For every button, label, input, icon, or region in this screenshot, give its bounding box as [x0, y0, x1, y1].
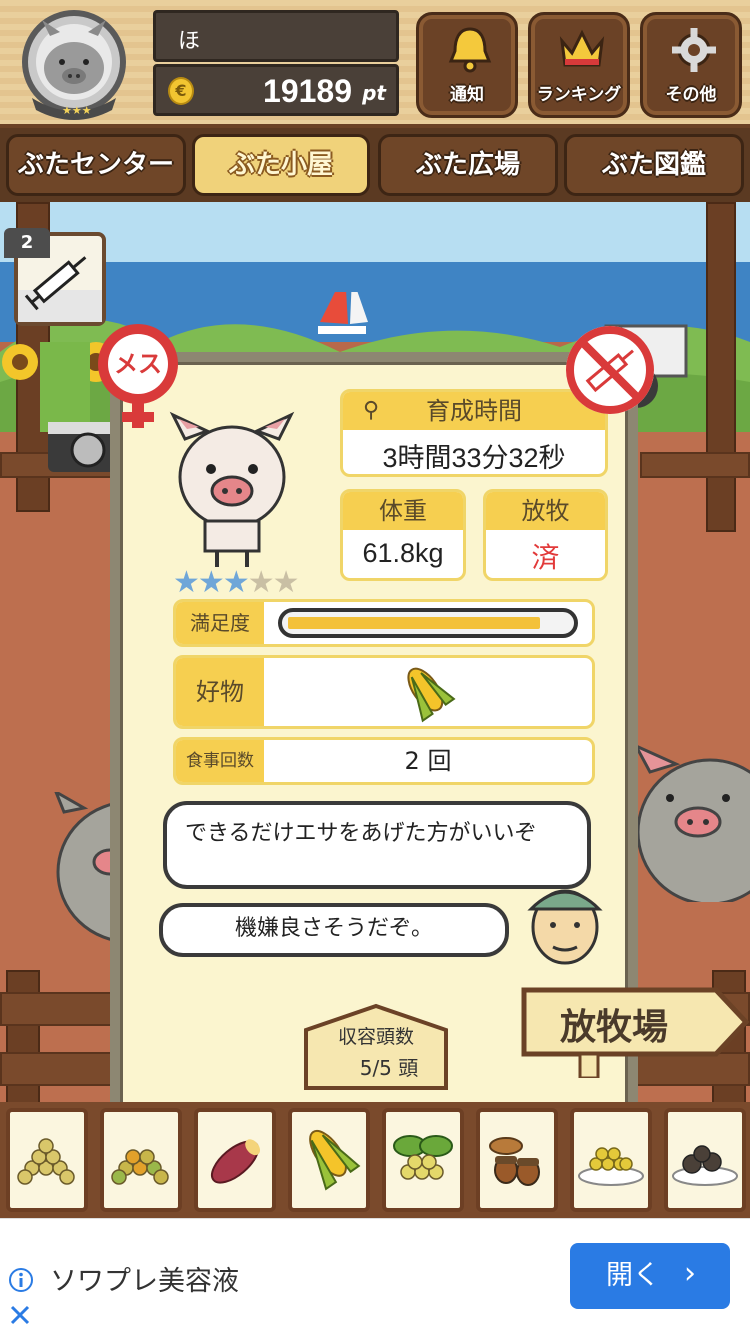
satisfaction-label: 満足度 — [176, 602, 264, 644]
star-empty-icon: ★ — [272, 565, 300, 600]
ad-text: ソワプレ美容液 — [50, 1266, 239, 1297]
star-empty-icon: ★ — [247, 565, 275, 600]
meals-value: 2 回 — [404, 747, 452, 775]
corn-icon — [309, 1129, 361, 1191]
advice-text: できるだけエサをあげた方がいいぞ — [185, 821, 537, 846]
acorn-icon — [489, 1137, 540, 1186]
corn-icon — [407, 667, 456, 723]
notification-button[interactable]: 通知 — [416, 12, 518, 118]
main-nav: ぶたセンター ぶた小屋 ぶた広場 ぶた図鑑 — [0, 128, 750, 202]
herb-beans-icon — [393, 1135, 453, 1180]
grazing-label: 放牧 — [486, 492, 605, 530]
tab-buta-hut[interactable]: ぶた小屋 — [192, 134, 370, 196]
ranking-label: ランキング — [536, 85, 622, 105]
dark-balls-dish-icon — [672, 1145, 738, 1186]
satisfaction-bar-fill — [288, 617, 540, 629]
mood-speech-bubble: 機嫌良さそうだぞ。 — [159, 903, 509, 957]
bell-icon — [448, 27, 492, 73]
food-bar — [0, 1102, 750, 1218]
favorite-label: 好物 — [176, 658, 264, 726]
weight-value: 61.8kg — [362, 538, 444, 568]
pig-rating-stars: ★★★★★ — [173, 565, 300, 600]
star-filled-icon: ★ — [222, 565, 250, 600]
background-pig — [632, 742, 750, 902]
sweet-potato-icon — [210, 1139, 261, 1184]
food-sweet-potato[interactable] — [194, 1108, 276, 1212]
player-name: ほ — [178, 29, 201, 54]
fence-post — [6, 970, 40, 1110]
grazing-box: 放牧 済 — [483, 489, 608, 581]
chevron-right-icon: › — [684, 1256, 696, 1291]
satisfaction-bar — [278, 608, 578, 638]
coin-icon: € — [168, 77, 194, 105]
grazing-value: 済 — [531, 542, 560, 573]
tab-buta-encyclopedia[interactable]: ぶた図鑑 — [564, 134, 744, 196]
tab-buta-center[interactable]: ぶたセンター — [6, 134, 186, 196]
ad-open-button[interactable]: 開く › — [570, 1243, 730, 1309]
ad-banner[interactable]: ソワプレ美容液 開く › — [0, 1218, 750, 1334]
farm-scene: 2 ★★★★★ ⚲ 育成時間 3時間33分32秒 体重 61.8kg 放牧 済 … — [0, 202, 750, 1218]
food-grain-dish[interactable] — [570, 1108, 652, 1212]
food-dark-balls-dish[interactable] — [664, 1108, 746, 1212]
gear-icon — [672, 28, 716, 72]
points-unit: pt — [362, 81, 386, 105]
farmer-icon — [527, 889, 603, 965]
meals-label: 食事回数 — [176, 740, 264, 782]
grazing-field-label: 放牧場 — [559, 1007, 668, 1048]
other-label: その他 — [665, 85, 717, 105]
crown-icon — [559, 29, 605, 67]
mixed-beans-icon — [111, 1149, 169, 1185]
pig-illustration — [169, 411, 295, 567]
satisfaction-row: 満足度 — [173, 599, 595, 647]
soybean-icon — [17, 1138, 75, 1185]
growth-time-value: 3時間33分32秒 — [382, 443, 566, 473]
food-acorn[interactable] — [476, 1108, 558, 1212]
weight-label: 体重 — [343, 492, 463, 530]
grain-dish-icon — [578, 1147, 644, 1186]
capacity-label: 収容頭数 — [337, 1026, 414, 1048]
food-herb-beans[interactable] — [382, 1108, 464, 1212]
favorite-row: 好物 — [173, 655, 595, 729]
player-name-box: ほ — [153, 10, 399, 62]
header: ★★★ ほ € 19189 pt 通知 ランキング その他 — [0, 0, 750, 128]
other-button[interactable]: その他 — [640, 12, 742, 118]
mood-text: 機嫌良さそうだぞ。 — [234, 916, 433, 941]
fence-post — [706, 202, 736, 532]
notification-label: 通知 — [450, 85, 484, 105]
star-filled-icon: ★ — [197, 565, 225, 600]
meals-row: 食事回数 2 回 — [173, 737, 595, 785]
food-mixed-beans[interactable] — [100, 1108, 182, 1212]
star-filled-icon: ★ — [173, 565, 200, 600]
no-injection-badge — [566, 326, 654, 414]
close-icon[interactable] — [8, 1303, 32, 1327]
food-corn[interactable] — [288, 1108, 370, 1212]
svg-text:★★★: ★★★ — [62, 104, 92, 117]
injection-count: 2 — [4, 228, 50, 258]
tab-buta-plaza[interactable]: ぶた広場 — [378, 134, 558, 196]
ranking-button[interactable]: ランキング — [528, 12, 630, 118]
gender-label: メス — [114, 350, 162, 378]
points-box: € 19189 pt — [153, 64, 399, 116]
key-icon: ⚲ — [363, 398, 380, 423]
ad-open-label: 開く — [606, 1260, 660, 1291]
player-avatar[interactable]: ★★★ — [12, 6, 144, 124]
info-icon[interactable] — [8, 1267, 34, 1293]
weight-box: 体重 61.8kg — [340, 489, 466, 581]
points-value: 19189 — [263, 73, 352, 109]
food-soybean[interactable] — [6, 1108, 88, 1212]
capacity-value: 5/5 頭 — [359, 1056, 419, 1080]
fence-rail — [640, 452, 750, 478]
growth-time-label: 育成時間 — [426, 397, 522, 425]
